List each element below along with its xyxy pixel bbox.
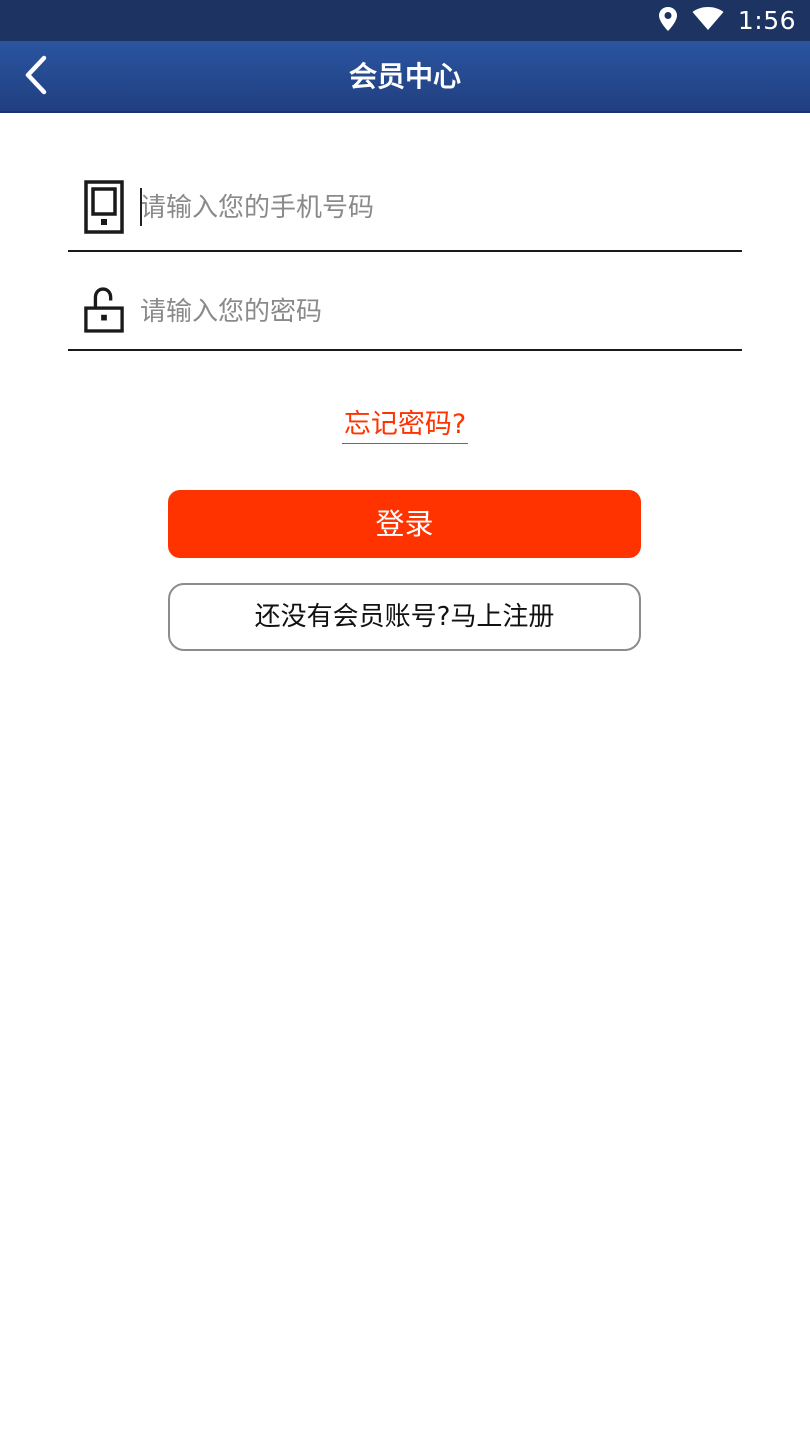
phone-input[interactable] xyxy=(140,186,732,230)
app-bar: 会员中心 xyxy=(0,41,810,113)
forgot-password-link[interactable]: 忘记密码? xyxy=(341,402,469,444)
password-input[interactable] xyxy=(140,290,732,334)
phone-field-row xyxy=(68,170,742,252)
location-icon xyxy=(658,6,678,36)
status-time: 1:56 xyxy=(737,6,796,35)
unlocked-padlock-icon xyxy=(84,286,124,334)
status-bar: 1:56 xyxy=(0,0,810,41)
back-button[interactable] xyxy=(10,51,62,103)
text-cursor xyxy=(140,188,142,226)
forgot-password-row: 忘记密码? xyxy=(0,402,810,444)
login-button[interactable]: 登录 xyxy=(168,490,641,558)
password-field-row xyxy=(68,276,742,351)
mobile-phone-icon xyxy=(84,180,124,234)
wifi-icon xyxy=(692,6,724,35)
page-title: 会员中心 xyxy=(348,60,461,93)
chevron-left-icon xyxy=(22,55,50,99)
register-button[interactable]: 还没有会员账号?马上注册 xyxy=(168,583,641,651)
status-indicators: 1:56 xyxy=(658,0,796,41)
